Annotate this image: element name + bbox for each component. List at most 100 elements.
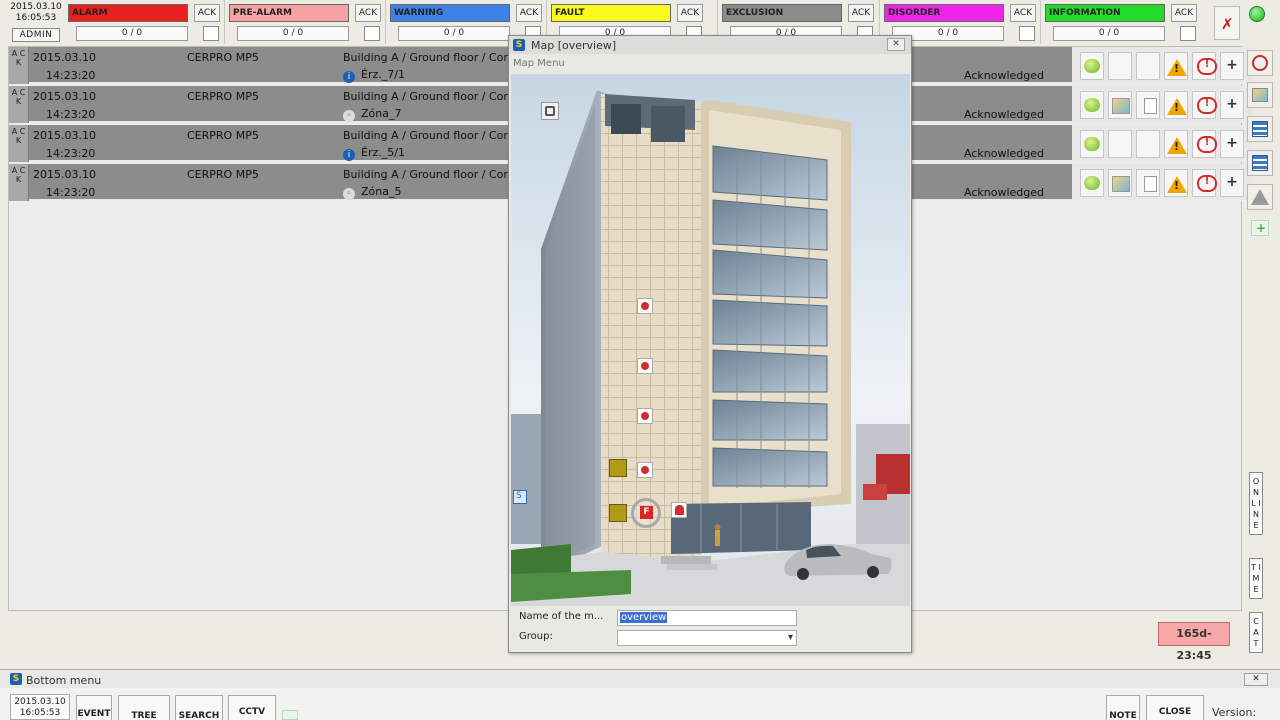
zone-marker[interactable] xyxy=(609,459,627,477)
cctv-button[interactable]: CCTV xyxy=(228,695,276,720)
group-select[interactable] xyxy=(617,630,797,646)
row-ack-button[interactable]: A C K xyxy=(9,47,29,84)
acknowledge-button[interactable] xyxy=(1080,130,1104,158)
map-button[interactable] xyxy=(1108,169,1132,197)
tab-time[interactable]: T I M E xyxy=(1249,558,1263,599)
comment-button[interactable] xyxy=(1192,52,1217,80)
category-label[interactable]: EXCLUSION xyxy=(722,4,842,22)
category-label[interactable]: INFORMATION xyxy=(1045,4,1165,22)
category-ack-button[interactable]: ACK xyxy=(194,4,220,22)
add-button[interactable] xyxy=(1220,130,1244,158)
building-map[interactable]: S F xyxy=(511,74,910,606)
document-button[interactable] xyxy=(1136,91,1160,119)
category-ack-button[interactable]: ACK xyxy=(677,4,703,22)
warning-button[interactable] xyxy=(1164,52,1188,80)
map-window-titlebar[interactable]: S Map [overview] ✕ xyxy=(509,36,911,54)
add-button[interactable] xyxy=(1220,169,1244,197)
document-button[interactable] xyxy=(1136,169,1160,197)
event-device: CERPRO MP5 xyxy=(187,90,259,103)
detector-marker[interactable] xyxy=(637,408,653,424)
tab-cat[interactable]: C A T xyxy=(1249,612,1263,653)
category-label[interactable]: FAULT xyxy=(551,4,671,22)
bottom-date: 2015.03.10 xyxy=(14,697,66,707)
category-divider xyxy=(1040,0,1041,44)
category-checkbox[interactable] xyxy=(1019,26,1035,41)
event-row-tools xyxy=(1072,47,1252,84)
category-ack-button[interactable]: ACK xyxy=(848,4,874,22)
event-date: 2015.03.10 xyxy=(33,129,96,142)
category-ack-button[interactable]: ACK xyxy=(355,4,381,22)
warning-button[interactable] xyxy=(1164,169,1188,197)
list-view-button[interactable] xyxy=(1247,116,1273,142)
map-menu[interactable]: Map Menu xyxy=(513,58,565,69)
category-checkbox[interactable] xyxy=(203,26,219,41)
search-button[interactable]: SEARCH xyxy=(175,695,223,720)
event-button[interactable]: EVENT xyxy=(76,695,112,720)
warning-filter-button[interactable] xyxy=(1247,184,1273,210)
category-count: 0 / 0 xyxy=(76,26,188,41)
user-button[interactable]: ADMIN xyxy=(12,28,60,42)
bottom-menu-close-button[interactable]: ✕ xyxy=(1244,673,1268,686)
event-status: Acknowledged xyxy=(964,186,1044,199)
fire-alarm-marker[interactable]: F xyxy=(631,498,661,528)
map-button[interactable] xyxy=(1108,91,1132,119)
close-button[interactable]: CLOSE xyxy=(1146,695,1204,720)
comment-button[interactable] xyxy=(1192,130,1217,158)
detector-marker[interactable] xyxy=(637,462,653,478)
category-ack-button[interactable]: ACK xyxy=(516,4,542,22)
camera-button[interactable] xyxy=(1247,50,1273,76)
empty-slot xyxy=(1108,130,1132,158)
event-device: CERPRO MP5 xyxy=(187,51,259,64)
category-checkbox[interactable] xyxy=(364,26,380,41)
row-ack-button[interactable]: A C K xyxy=(9,86,29,123)
map-name-input[interactable]: overview xyxy=(617,610,797,626)
event-time: 14:23:20 xyxy=(46,147,96,160)
map-settings-button[interactable] xyxy=(541,102,559,120)
note-button[interactable]: NOTE xyxy=(1106,695,1140,720)
acknowledge-button[interactable] xyxy=(1080,52,1104,80)
row-ack-button[interactable]: A C K xyxy=(9,125,29,162)
table-view-button[interactable] xyxy=(1247,150,1273,176)
tree-button[interactable]: TREE xyxy=(118,695,170,720)
event-location: Building A / Ground floor / Cor xyxy=(343,129,508,142)
plus-icon xyxy=(1221,131,1222,132)
comment-button[interactable] xyxy=(1192,169,1217,197)
category-count: 0 / 0 xyxy=(237,26,349,41)
category-ack-button[interactable]: ACK xyxy=(1171,4,1197,22)
smoke-detector-icon xyxy=(641,412,649,420)
category-label[interactable]: DISORDER xyxy=(884,4,1004,22)
add-button[interactable] xyxy=(1220,52,1244,80)
mute-alarm-button[interactable]: ✗ xyxy=(1214,6,1240,40)
row-ack-button[interactable]: A C K xyxy=(9,164,29,201)
category-label[interactable]: WARNING xyxy=(390,4,510,22)
connection-status-icon xyxy=(1249,6,1265,22)
category-checkbox[interactable] xyxy=(1180,26,1196,41)
category-ack-button[interactable]: ACK xyxy=(1010,4,1036,22)
bottom-add-button[interactable] xyxy=(282,710,298,720)
event-date: 2015.03.10 xyxy=(33,90,96,103)
add-button[interactable] xyxy=(1220,91,1244,119)
event-row-tools xyxy=(1072,125,1252,162)
comment-button[interactable] xyxy=(1192,91,1217,119)
acknowledge-button[interactable] xyxy=(1080,91,1104,119)
detector-marker[interactable] xyxy=(637,358,653,374)
warning-icon xyxy=(1165,170,1166,171)
map-zoom-button[interactable]: S xyxy=(513,490,527,504)
bottom-datetime: 2015.03.10 16:05:53 xyxy=(10,694,70,720)
map-view-button[interactable] xyxy=(1247,82,1273,108)
tab-online[interactable]: O N L I N E xyxy=(1249,472,1263,535)
event-zone: Érz._7/1 xyxy=(361,68,405,81)
smoke-detector-icon xyxy=(641,466,649,474)
map-window-close-button[interactable]: ✕ xyxy=(887,38,905,51)
siren-marker[interactable] xyxy=(671,502,687,518)
warning-button[interactable] xyxy=(1164,91,1188,119)
document-icon xyxy=(1137,170,1138,171)
acknowledge-button[interactable] xyxy=(1080,169,1104,197)
detector-marker[interactable] xyxy=(637,298,653,314)
category-label[interactable]: ALARM xyxy=(68,4,188,22)
warning-button[interactable] xyxy=(1164,130,1188,158)
add-green-button[interactable]: + xyxy=(1251,220,1269,236)
category-label[interactable]: PRE-ALARM xyxy=(229,4,349,22)
zone-marker[interactable] xyxy=(609,504,627,522)
document-icon xyxy=(1137,92,1138,93)
